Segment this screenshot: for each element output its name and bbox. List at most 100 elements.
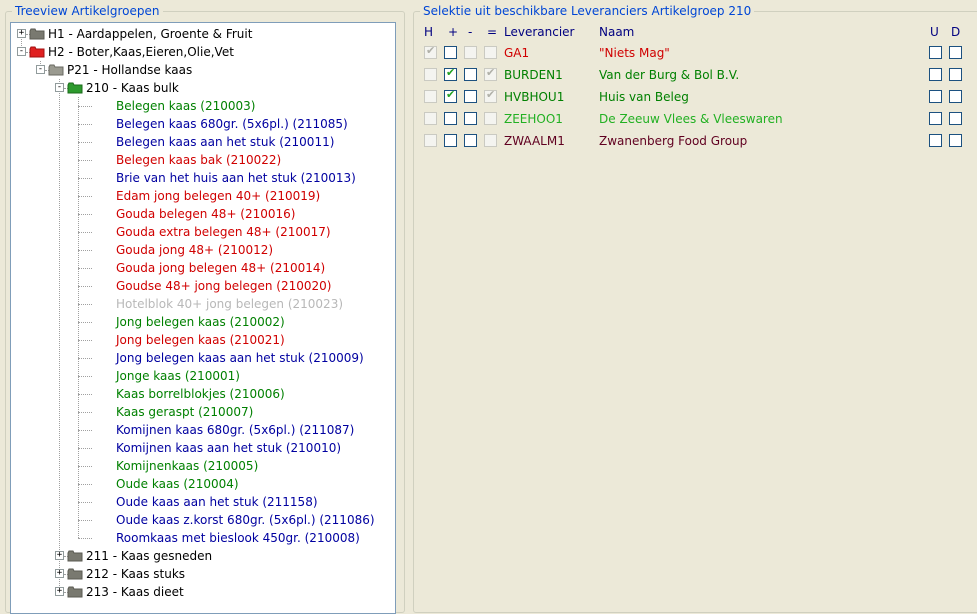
tree-item[interactable]: Komijnen kaas 680gr. (5x6pl.) (211087) (11, 421, 391, 439)
tree-item-label: Komijnen kaas 680gr. (5x6pl.) (211087) (116, 423, 355, 437)
tree-folder-node[interactable]: + H1 - Aardappelen, Groente & Fruit (11, 25, 391, 43)
tree-item[interactable]: Goudse 48+ jong belegen (210020) (11, 277, 391, 295)
checkbox-u[interactable] (929, 68, 942, 81)
folder-gray-icon (67, 568, 83, 580)
checkbox-h (424, 90, 437, 103)
checkbox-u[interactable] (929, 134, 942, 147)
tree-guide-line (78, 394, 92, 395)
checkbox-u[interactable] (929, 46, 942, 59)
tree-item-label: Gouda jong belegen 48+ (210014) (116, 261, 326, 275)
tree-item[interactable]: Jong belegen kaas aan het stuk (210009) (11, 349, 391, 367)
supplier-code: HVBHOU1 (504, 90, 565, 104)
tree-guide-line (78, 412, 92, 413)
tree-guide-line (78, 466, 92, 467)
checkbox-h (424, 68, 437, 81)
checkbox-d[interactable] (949, 112, 962, 125)
tree-item-label: Brie van het huis aan het stuk (210013) (116, 171, 356, 185)
tree-folder-node[interactable]: - 210 - Kaas bulk (11, 79, 391, 97)
folder-gray-icon (67, 586, 83, 598)
tree-folder-node[interactable]: - P21 - Hollandse kaas (11, 61, 391, 79)
checkbox-u[interactable] (929, 112, 942, 125)
tree-item[interactable]: Jong belegen kaas (210002) (11, 313, 391, 331)
tree-guide-line (78, 304, 92, 305)
folder-gray-icon (29, 28, 45, 40)
tree-item[interactable]: Komijnen kaas aan het stuk (210010) (11, 439, 391, 457)
checkbox-u[interactable] (929, 90, 942, 103)
tree-guide-line (78, 106, 92, 107)
header-d: D (951, 25, 961, 39)
collapse-icon[interactable]: - (55, 83, 64, 92)
tree-guide-line (78, 268, 92, 269)
tree-item-label: Belegen kaas aan het stuk (210011) (116, 135, 335, 149)
tree-item-label: Jong belegen kaas aan het stuk (210009) (116, 351, 364, 365)
tree-item[interactable]: Hotelblok 40+ jong belegen (210023) (11, 295, 391, 313)
tree-node-label: 211 - Kaas gesneden (86, 549, 213, 563)
checkbox-h: ✔ (424, 44, 437, 59)
tree-item[interactable]: Jong belegen kaas (210021) (11, 331, 391, 349)
tree-item[interactable]: Gouda jong belegen 48+ (210014) (11, 259, 391, 277)
article-group-tree[interactable]: + H1 - Aardappelen, Groente & Fruit - H2 - … (10, 22, 396, 614)
checkbox-plus[interactable] (444, 112, 457, 125)
tree-item-label: Oude kaas aan het stuk (211158) (116, 495, 318, 509)
folder-green-icon (67, 82, 83, 94)
tree-item[interactable]: Gouda belegen 48+ (210016) (11, 205, 391, 223)
supplier-row: ZEEHOO1 De Zeeuw Vlees & Vleeswaren (414, 108, 977, 130)
tree-item[interactable]: Gouda extra belegen 48+ (210017) (11, 223, 391, 241)
tree-guide-line (78, 196, 92, 197)
tree-item[interactable]: Roomkaas met bieslook 450gr. (210008) (11, 529, 391, 547)
tree-folder-node[interactable]: +212 - Kaas stuks (11, 565, 391, 583)
checkmark-icon: ✔ (486, 88, 496, 101)
checkbox-plus[interactable]: ✔ (444, 88, 457, 103)
checkbox-plus[interactable]: ✔ (444, 66, 457, 81)
tree-item[interactable]: Brie van het huis aan het stuk (210013) (11, 169, 391, 187)
checkbox-plus[interactable] (444, 46, 457, 59)
tree-item[interactable]: Belegen kaas bak (210022) (11, 151, 391, 169)
checkbox-minus[interactable] (464, 112, 477, 125)
tree-folder-node[interactable]: +211 - Kaas gesneden (11, 547, 391, 565)
checkbox-plus[interactable] (444, 134, 457, 147)
checkbox-minus[interactable] (464, 134, 477, 147)
checkbox-minus[interactable] (464, 90, 477, 103)
tree-item[interactable]: Jonge kaas (210001) (11, 367, 391, 385)
header-eq: = (487, 25, 498, 39)
tree-guide-line (78, 520, 92, 521)
expand-icon[interactable]: + (55, 551, 64, 560)
checkbox-d[interactable] (949, 46, 962, 59)
supplier-code: ZEEHOO1 (504, 112, 563, 126)
collapse-icon[interactable]: - (17, 47, 26, 56)
checkmark-icon: ✔ (486, 66, 496, 79)
tree-item[interactable]: Belegen kaas 680gr. (5x6pl.) (211085) (11, 115, 391, 133)
tree-folder-node[interactable]: +213 - Kaas dieet (11, 583, 391, 601)
tree-item[interactable]: Edam jong belegen 40+ (210019) (11, 187, 391, 205)
tree-panel-title: Treeview Artikelgroepen (12, 4, 163, 18)
checkbox-minus[interactable] (464, 68, 477, 81)
expand-icon[interactable]: + (55, 569, 64, 578)
tree-item[interactable]: Oude kaas aan het stuk (211158) (11, 493, 391, 511)
supplier-panel-title: Selektie uit beschikbare Leveranciers Ar… (420, 4, 755, 18)
tree-folder-node[interactable]: - H2 - Boter,Kaas,Eieren,Olie,Vet (11, 43, 391, 61)
tree-node-label: H2 - Boter,Kaas,Eieren,Olie,Vet (48, 45, 234, 59)
tree-item[interactable]: Kaas borrelblokjes (210006) (11, 385, 391, 403)
checkbox-d[interactable] (949, 134, 962, 147)
expand-icon[interactable]: + (17, 29, 26, 38)
folder-red-icon (29, 46, 45, 58)
checkbox-d[interactable] (949, 68, 962, 81)
tree-item[interactable]: Oude kaas z.korst 680gr. (5x6pl.) (21108… (11, 511, 391, 529)
collapse-icon[interactable]: - (36, 65, 45, 74)
tree-item[interactable]: Komijnenkaas (210005) (11, 457, 391, 475)
tree-item[interactable]: Belegen kaas aan het stuk (210011) (11, 133, 391, 151)
tree-item[interactable]: Belegen kaas (210003) (11, 97, 391, 115)
tree-item[interactable]: Gouda jong 48+ (210012) (11, 241, 391, 259)
tree-guide-line (78, 286, 92, 287)
tree-item[interactable]: Oude kaas (210004) (11, 475, 391, 493)
header-name: Naam (599, 25, 635, 39)
tree-item-label: Roomkaas met bieslook 450gr. (210008) (116, 531, 360, 545)
tree-node-label: H1 - Aardappelen, Groente & Fruit (48, 27, 253, 41)
tree-item-label: Edam jong belegen 40+ (210019) (116, 189, 321, 203)
tree-node-label: 210 - Kaas bulk (86, 81, 179, 95)
header-h: H (424, 25, 434, 39)
tree-item[interactable]: Kaas geraspt (210007) (11, 403, 391, 421)
checkbox-d[interactable] (949, 90, 962, 103)
checkbox-eq (484, 112, 497, 125)
tree-item-label: Gouda jong 48+ (210012) (116, 243, 274, 257)
